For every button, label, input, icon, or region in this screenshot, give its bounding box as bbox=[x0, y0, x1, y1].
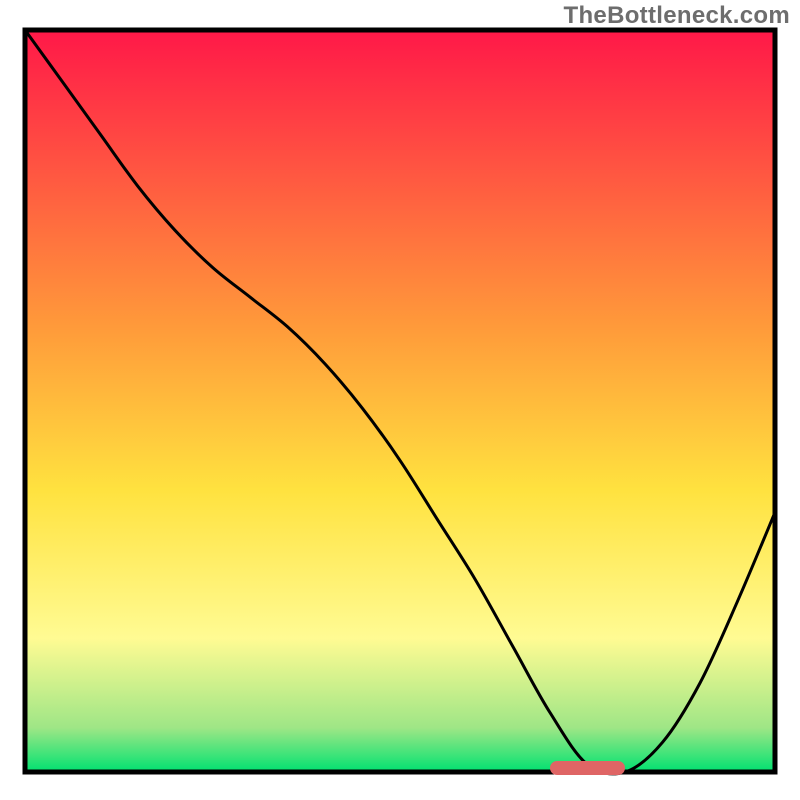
bottleneck-chart: TheBottleneck.com bbox=[0, 0, 800, 800]
watermark-label: TheBottleneck.com bbox=[564, 2, 790, 30]
optimal-range-marker bbox=[550, 761, 625, 775]
plot-background bbox=[25, 30, 775, 772]
chart-svg bbox=[0, 0, 800, 800]
